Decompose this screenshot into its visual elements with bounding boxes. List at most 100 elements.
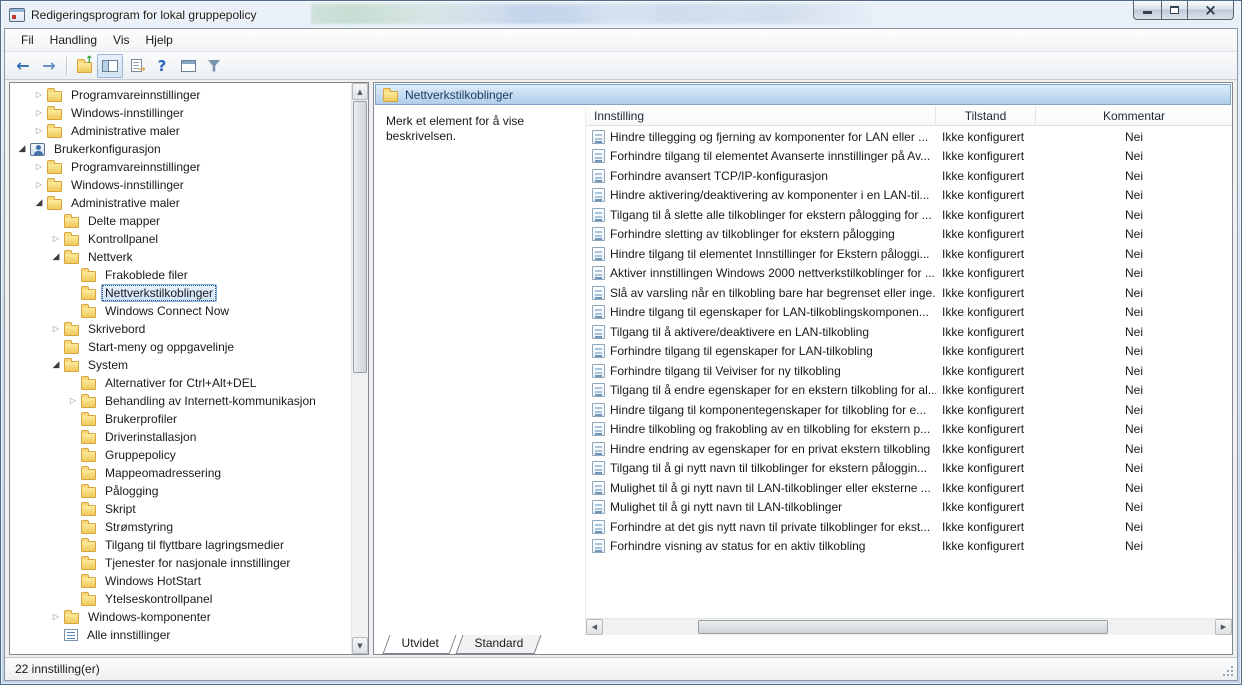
scrollbar-thumb[interactable]	[353, 101, 367, 373]
collapse-arrow-icon[interactable]	[48, 357, 64, 373]
tree-item-brukerprofiler[interactable]: Brukerprofiler	[10, 410, 351, 428]
tab-utvidet[interactable]: Utvidet	[382, 635, 457, 654]
tree-item-strømstyring[interactable]: Strømstyring	[10, 518, 351, 536]
tree-item-nettverkstilkoblinger[interactable]: Nettverkstilkoblinger	[10, 284, 351, 302]
back-button[interactable]	[10, 54, 36, 78]
folder-icon	[64, 358, 79, 372]
tree-item-alternativer-for-ctrl-alt-del[interactable]: Alternativer for Ctrl+Alt+DEL	[10, 374, 351, 392]
setting-row[interactable]: Forhindre avansert TCP/IP-konfigurasjon I…	[586, 166, 1232, 186]
tree-item-pålogging[interactable]: Pålogging	[10, 482, 351, 500]
list-horizontal-scrollbar[interactable]	[586, 618, 1232, 635]
tab-standard[interactable]: Standard	[455, 635, 542, 654]
help-button[interactable]	[149, 54, 175, 78]
tree-item-tilgang-til-flyttbare-lagringsmedier[interactable]: Tilgang til flyttbare lagringsmedier	[10, 536, 351, 554]
menu-item-hjelp[interactable]: Hjelp	[138, 30, 181, 50]
tree-item-behandling-av-internett-kommunikasjon[interactable]: Behandling av Internett-kommunikasjon	[10, 392, 351, 410]
collapse-arrow-icon[interactable]	[48, 249, 64, 265]
tree-item-administrative-maler[interactable]: Administrative maler	[10, 194, 351, 212]
scrollbar-track[interactable]	[603, 619, 1215, 635]
tree-vertical-scrollbar[interactable]	[351, 83, 368, 654]
tree-item-skript[interactable]: Skript	[10, 500, 351, 518]
scrollbar-thumb[interactable]	[698, 620, 1108, 634]
tree-item-kontrollpanel[interactable]: Kontrollpanel	[10, 230, 351, 248]
tree-item-system[interactable]: System	[10, 356, 351, 374]
maximize-button[interactable]	[1161, 1, 1188, 20]
setting-row[interactable]: Tilgang til å gi nytt navn til tilkoblin…	[586, 459, 1232, 479]
scroll-up-button[interactable]	[352, 83, 368, 100]
setting-row[interactable]: Hindre aktivering/deaktivering av kompon…	[586, 186, 1232, 206]
show-console-tree-button[interactable]	[97, 53, 123, 78]
setting-row[interactable]: Tilgang til å endre egenskaper for en ek…	[586, 381, 1232, 401]
setting-row[interactable]: Aktiver innstillingen Windows 2000 nettv…	[586, 264, 1232, 284]
expand-arrow-icon[interactable]	[48, 609, 64, 625]
scrollbar-track[interactable]	[352, 100, 368, 637]
tree-item-ytelseskontrollpanel[interactable]: Ytelseskontrollpanel	[10, 590, 351, 608]
setting-row[interactable]: Hindre tilgang til komponentegenskaper f…	[586, 400, 1232, 420]
tree-item-start-meny-og-oppgavelinje[interactable]: Start-meny og oppgavelinje	[10, 338, 351, 356]
export-list-button[interactable]	[123, 54, 149, 78]
close-button[interactable]	[1187, 1, 1234, 20]
expand-arrow-icon[interactable]	[48, 231, 64, 247]
filter-button[interactable]	[201, 54, 227, 78]
tree-item-programvareinnstillinger[interactable]: Programvareinnstillinger	[10, 158, 351, 176]
expand-arrow-icon[interactable]	[31, 123, 47, 139]
forward-button[interactable]	[36, 54, 62, 78]
tree-item-gruppepolicy[interactable]: Gruppepolicy	[10, 446, 351, 464]
collapse-arrow-icon[interactable]	[14, 141, 30, 157]
tree-item-delte-mapper[interactable]: Delte mapper	[10, 212, 351, 230]
scroll-right-button[interactable]	[1215, 619, 1232, 635]
setting-row[interactable]: Hindre tilgang til elementet Innstilling…	[586, 244, 1232, 264]
properties-button[interactable]	[175, 54, 201, 78]
tree-item-brukerkonfigurasjon[interactable]: Brukerkonfigurasjon	[10, 140, 351, 158]
column-header-kommentar[interactable]: Kommentar	[1036, 106, 1232, 125]
minimize-button[interactable]	[1133, 1, 1162, 20]
setting-row[interactable]: Forhindre tilgang til Veiviser for ny ti…	[586, 361, 1232, 381]
column-header-tilstand[interactable]: Tilstand	[936, 106, 1036, 125]
tree-item-administrative-maler[interactable]: Administrative maler	[10, 122, 351, 140]
setting-row[interactable]: Forhindre at det gis nytt navn til priva…	[586, 517, 1232, 537]
expand-arrow-icon[interactable]	[31, 87, 47, 103]
tree-item-skrivebord[interactable]: Skrivebord	[10, 320, 351, 338]
tree-item-frakoblede-filer[interactable]: Frakoblede filer	[10, 266, 351, 284]
collapse-arrow-icon[interactable]	[31, 195, 47, 211]
scroll-down-button[interactable]	[352, 637, 368, 654]
tree-item-windows-connect-now[interactable]: Windows Connect Now	[10, 302, 351, 320]
expand-arrow-icon[interactable]	[48, 321, 64, 337]
expand-arrow-icon[interactable]	[65, 393, 81, 409]
tree-item-alle-innstillinger[interactable]: Alle innstillinger	[10, 626, 351, 644]
menu-item-vis[interactable]: Vis	[105, 30, 137, 50]
setting-row[interactable]: Tilgang til å slette alle tilkoblinger f…	[586, 205, 1232, 225]
setting-row[interactable]: Hindre tilgang til egenskaper for LAN-ti…	[586, 303, 1232, 323]
expand-arrow-icon[interactable]	[31, 105, 47, 121]
setting-row[interactable]: Forhindre sletting av tilkoblinger for e…	[586, 225, 1232, 245]
setting-row[interactable]: Tilgang til å aktivere/deaktivere en LAN…	[586, 322, 1232, 342]
setting-row[interactable]: Hindre endring av egenskaper for en priv…	[586, 439, 1232, 459]
tree-item-windows-innstillinger[interactable]: Windows-innstillinger	[10, 176, 351, 194]
column-header-innstilling[interactable]: Innstilling	[586, 106, 936, 125]
menu-item-handling[interactable]: Handling	[42, 30, 105, 50]
tree-item-windows-hotstart[interactable]: Windows HotStart	[10, 572, 351, 590]
menu-item-fil[interactable]: Fil	[13, 30, 42, 50]
setting-row[interactable]: Hindre tillegging og fjerning av kompone…	[586, 127, 1232, 147]
tree-item-windows-innstillinger[interactable]: Windows-innstillinger	[10, 104, 351, 122]
policy-setting-icon	[592, 519, 605, 534]
expand-arrow-icon[interactable]	[31, 177, 47, 193]
setting-row[interactable]: Forhindre visning av status for en aktiv…	[586, 537, 1232, 557]
expand-arrow-icon[interactable]	[31, 159, 47, 175]
tree-item-programvareinnstillinger[interactable]: Programvareinnstillinger	[10, 86, 351, 104]
up-one-level-button[interactable]	[71, 54, 97, 78]
resize-grip[interactable]	[1221, 664, 1234, 677]
tree-item-mappeomadressering[interactable]: Mappeomadressering	[10, 464, 351, 482]
setting-row[interactable]: Forhindre tilgang til elementet Avansert…	[586, 147, 1232, 167]
setting-row[interactable]: Mulighet til å gi nytt navn til LAN-tilk…	[586, 478, 1232, 498]
tree-item-nettverk[interactable]: Nettverk	[10, 248, 351, 266]
tree-item-driverinstallasjon[interactable]: Driverinstallasjon	[10, 428, 351, 446]
setting-row[interactable]: Forhindre tilgang til egenskaper for LAN…	[586, 342, 1232, 362]
setting-row[interactable]: Hindre tilkobling og frakobling av en ti…	[586, 420, 1232, 440]
scroll-left-button[interactable]	[586, 619, 603, 635]
setting-row[interactable]: Slå av varsling når en tilkobling bare h…	[586, 283, 1232, 303]
title-bar[interactable]: Redigeringsprogram for lokal gruppepolic…	[1, 1, 1241, 28]
tree-item-windows-komponenter[interactable]: Windows-komponenter	[10, 608, 351, 626]
tree-item-tjenester-for-nasjonale-innstillinger[interactable]: Tjenester for nasjonale innstillinger	[10, 554, 351, 572]
setting-row[interactable]: Mulighet til å gi nytt navn til LAN-tilk…	[586, 498, 1232, 518]
